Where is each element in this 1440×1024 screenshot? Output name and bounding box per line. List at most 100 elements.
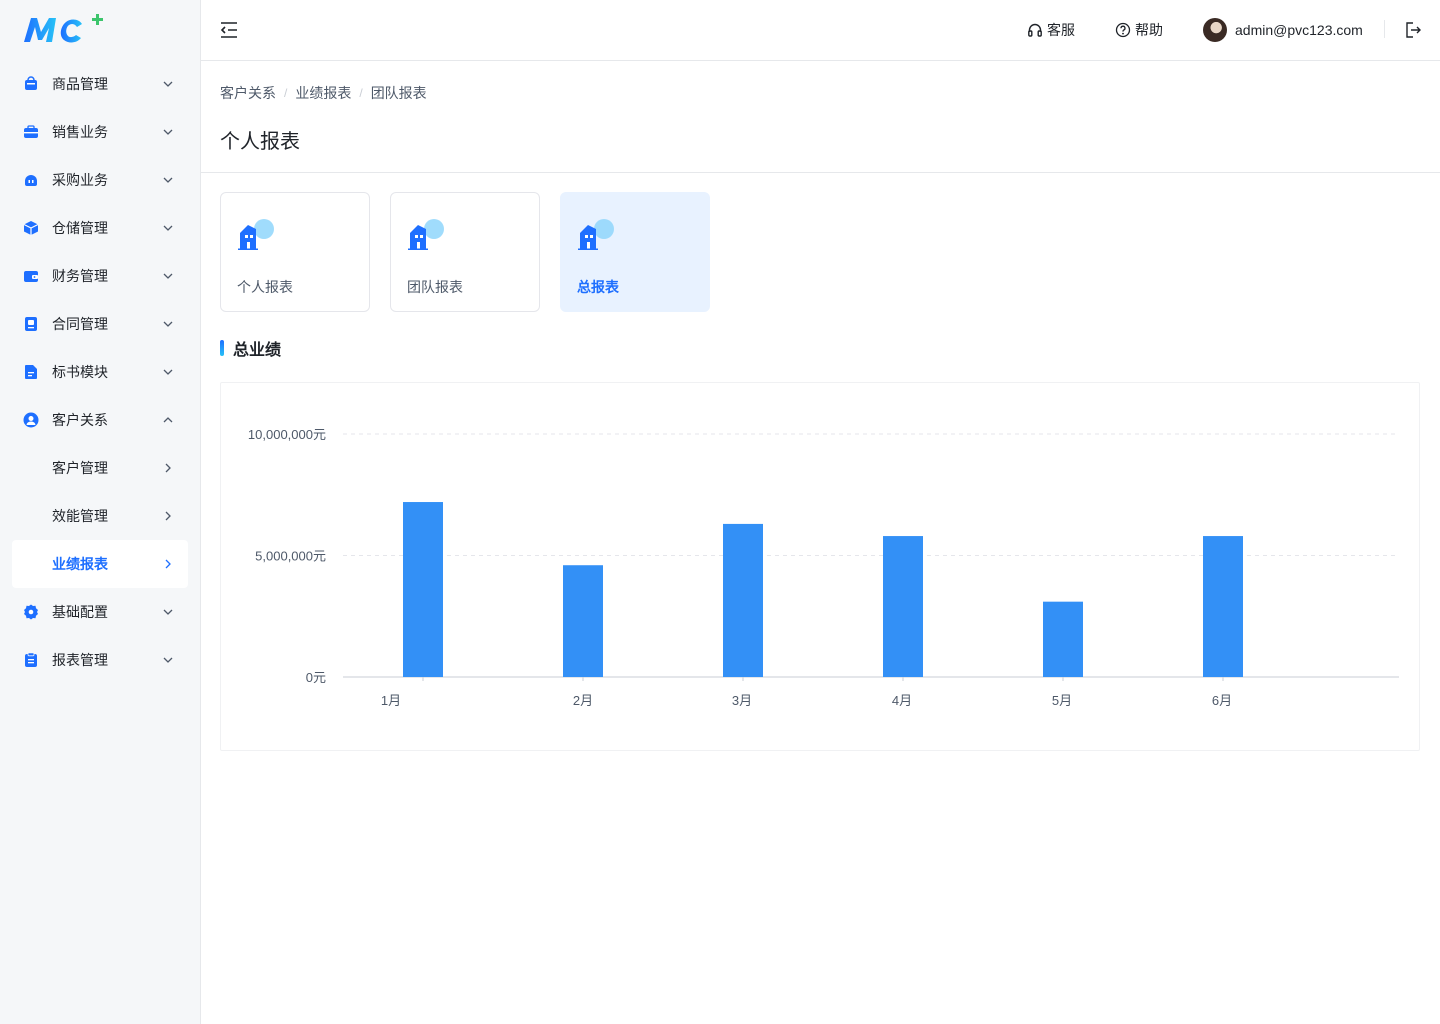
chevron-down-icon — [163, 609, 173, 615]
breadcrumb-separator: / — [359, 86, 363, 100]
building-icon — [578, 219, 614, 250]
breadcrumb-item[interactable]: 业绩报表 — [295, 84, 351, 102]
sidebar-item-label: 合同管理 — [52, 316, 108, 332]
chart-bar — [403, 502, 443, 677]
sidebar-subitem-label: 业绩报表 — [52, 556, 108, 572]
sidebar-subitem-customer[interactable]: 客户管理 — [0, 444, 200, 492]
sidebar-item-label: 仓储管理 — [52, 220, 108, 236]
cart-icon — [25, 175, 37, 186]
sidebar-item-label: 报表管理 — [52, 652, 108, 668]
report-card-personal[interactable]: 个人报表 — [220, 192, 370, 312]
help-circle-icon — [1115, 22, 1131, 38]
sidebar-item-basic-config[interactable]: 基础配置 — [0, 588, 200, 636]
building-icon — [408, 219, 444, 250]
bag-icon — [25, 76, 37, 90]
chevron-right-icon — [165, 559, 171, 569]
y-tick-label: 5,000,000元 — [255, 549, 326, 564]
sidebar-item-purchase[interactable]: 采购业务 — [0, 156, 200, 204]
chevron-down-icon — [163, 369, 173, 375]
sidebar-item-label: 基础配置 — [52, 604, 108, 620]
breadcrumb-item[interactable]: 客户关系 — [220, 84, 276, 102]
user-circle-icon — [23, 412, 39, 428]
sidebar-item-report-manage[interactable]: 报表管理 — [0, 636, 200, 684]
cube-icon — [23, 221, 39, 235]
app-root: 商品管理 销售业务 采购业务 仓储管理 财务管理 合同管理 标书模块 客户关系 … — [0, 0, 1440, 1024]
chevron-down-icon — [163, 129, 173, 135]
report-card-label: 总报表 — [577, 279, 619, 295]
sidebar: 商品管理 销售业务 采购业务 仓储管理 财务管理 合同管理 标书模块 客户关系 … — [0, 0, 201, 1024]
chevron-down-icon — [163, 657, 173, 663]
sidebar-item-crm[interactable]: 客户关系 — [0, 396, 200, 444]
chart-bar — [1203, 536, 1243, 677]
chevron-right-icon — [165, 463, 171, 473]
report-card-team[interactable]: 团队报表 — [390, 192, 540, 312]
x-tick-label: 2月 — [573, 693, 593, 708]
top-header: 客服 帮助 admin@pvc123.com — [201, 0, 1440, 61]
sidebar-item-label: 采购业务 — [52, 172, 108, 188]
sidebar-item-label: 财务管理 — [52, 268, 108, 284]
section-accent-bar — [220, 340, 224, 356]
report-card-label: 个人报表 — [237, 279, 293, 295]
sidebar-item-warehouse[interactable]: 仓储管理 — [0, 204, 200, 252]
report-card-total[interactable]: 总报表 — [560, 192, 710, 312]
wallet-icon — [24, 271, 38, 282]
menu-fold-icon[interactable] — [219, 20, 239, 40]
sidebar-item-label: 销售业务 — [52, 124, 108, 140]
sidebar-subitem-efficiency[interactable]: 效能管理 — [0, 492, 200, 540]
chevron-down-icon — [163, 177, 173, 183]
sidebar-item-product[interactable]: 商品管理 — [0, 60, 200, 108]
x-tick-label: 5月 — [1052, 693, 1072, 708]
report-type-cards: 个人报表 团队报表 总报表 — [220, 192, 730, 312]
sidebar-subitem-label: 效能管理 — [52, 508, 108, 524]
page-header: 客户关系 / 业绩报表 / 团队报表 个人报表 — [201, 61, 1440, 173]
section-title-text: 总业绩 — [233, 342, 282, 359]
sidebar-subitem-performance-report[interactable]: 业绩报表 — [12, 540, 188, 588]
bar-chart-svg: 0元 5,000,000元 10,000,000元 1月 2月 3月 4月 5月 6月 — [248, 427, 1399, 708]
gear-icon — [24, 604, 38, 620]
headset-icon — [1028, 23, 1042, 37]
clipboard-icon — [25, 652, 37, 667]
sidebar-item-bid[interactable]: 标书模块 — [0, 348, 200, 396]
sidebar-subitem-label: 客户管理 — [52, 460, 108, 476]
briefcase-icon — [24, 125, 38, 138]
chart-bar — [563, 565, 603, 677]
contract-icon — [25, 317, 37, 331]
breadcrumb: 客户关系 / 业绩报表 / 团队报表 — [220, 84, 427, 102]
page-title: 个人报表 — [220, 131, 300, 153]
breadcrumb-item: 团队报表 — [370, 85, 427, 101]
help-label: 帮助 — [1135, 22, 1163, 38]
chart-bar — [723, 523, 763, 677]
customer-service-link[interactable]: 客服 — [1027, 20, 1075, 40]
y-tick-label: 10,000,000元 — [248, 427, 326, 442]
x-tick-label: 6月 — [1212, 693, 1232, 708]
sidebar-menu: 商品管理 销售业务 采购业务 仓储管理 财务管理 合同管理 标书模块 客户关系 … — [0, 60, 200, 684]
header-divider — [1384, 20, 1385, 38]
user-menu[interactable]: admin@pvc123.com — [1203, 17, 1363, 43]
y-tick-label: 0元 — [306, 670, 326, 685]
x-tick-label: 3月 — [732, 693, 752, 708]
help-link[interactable]: 帮助 — [1115, 20, 1163, 40]
logout-icon[interactable] — [1404, 21, 1422, 39]
chevron-down-icon — [163, 273, 173, 279]
sidebar-item-contract[interactable]: 合同管理 — [0, 300, 200, 348]
chevron-right-icon — [165, 511, 171, 521]
sidebar-item-label: 商品管理 — [52, 76, 108, 92]
chart-bar — [1043, 601, 1083, 677]
chart-bar — [883, 536, 923, 677]
sidebar-item-sales[interactable]: 销售业务 — [0, 108, 200, 156]
chevron-down-icon — [163, 321, 173, 327]
performance-chart: 0元 5,000,000元 10,000,000元 1月 2月 3月 4月 5月 6月 — [220, 382, 1420, 751]
x-tick-label: 4月 — [892, 693, 912, 708]
chevron-up-icon — [163, 417, 173, 423]
brand-logo[interactable] — [22, 14, 106, 46]
document-icon — [25, 365, 37, 379]
building-icon — [238, 219, 274, 250]
customer-service-label: 客服 — [1047, 22, 1075, 38]
avatar — [1203, 18, 1227, 42]
chevron-down-icon — [163, 225, 173, 231]
section-title: 总业绩 — [220, 338, 282, 359]
sidebar-item-finance[interactable]: 财务管理 — [0, 252, 200, 300]
sidebar-item-label: 客户关系 — [52, 412, 108, 428]
chevron-down-icon — [163, 81, 173, 87]
breadcrumb-separator: / — [284, 86, 288, 100]
